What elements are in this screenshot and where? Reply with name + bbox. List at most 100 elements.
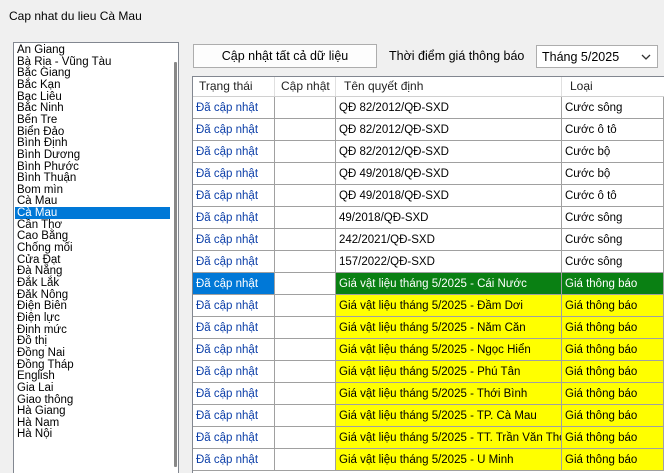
type-cell[interactable]: Giá thông báo xyxy=(562,361,664,383)
update-cell[interactable] xyxy=(275,251,336,273)
type-cell[interactable]: Giá thông báo xyxy=(562,295,664,317)
update-cell[interactable] xyxy=(275,339,336,361)
update-cell[interactable] xyxy=(275,383,336,405)
province-item[interactable]: Hà Giang xyxy=(15,405,170,417)
status-cell[interactable]: Đã cập nhật xyxy=(193,273,275,295)
update-cell[interactable] xyxy=(275,361,336,383)
type-cell[interactable]: Giá thông báo xyxy=(562,405,664,427)
decision-name-cell[interactable]: Giá vật liệu tháng 5/2025 - Đầm Dơi xyxy=(336,295,562,317)
table-row[interactable]: Đã cập nhật Giá vật liệu tháng 5/2025 - P… xyxy=(193,361,664,383)
status-cell[interactable]: Đã cập nhật xyxy=(193,119,275,141)
decision-name-cell[interactable]: 49/2018/QĐ-SXD xyxy=(336,207,562,229)
update-cell[interactable] xyxy=(275,141,336,163)
status-cell[interactable]: Đã cập nhật xyxy=(193,449,275,471)
status-cell[interactable]: Đã cập nhật xyxy=(193,229,275,251)
update-cell[interactable] xyxy=(275,295,336,317)
province-item[interactable]: Bắc Kạn xyxy=(15,79,170,91)
province-item[interactable]: Đắk Lắk xyxy=(15,277,170,289)
table-row[interactable]: Đã cập nhật Giá vật liệu tháng 5/2025 - T… xyxy=(193,427,664,449)
province-item[interactable]: Hà Nội xyxy=(15,428,170,440)
status-cell[interactable]: Đã cập nhật xyxy=(193,405,275,427)
type-cell[interactable]: Cước sông xyxy=(562,251,664,273)
type-cell[interactable]: Giá thông báo xyxy=(562,427,664,449)
province-item[interactable]: Bình Thuận xyxy=(15,172,170,184)
status-cell[interactable]: Đã cập nhật xyxy=(193,163,275,185)
table-row[interactable]: Đã cập nhật Giá vật liệu tháng 5/2025 - N… xyxy=(193,317,664,339)
province-item[interactable]: Bình Phước xyxy=(15,161,170,173)
province-item[interactable]: Điện Biên xyxy=(15,300,170,312)
province-list[interactable]: An Giang Bà Rịa - Vũng Tàu Bắc Giang Bắc Kạ… xyxy=(13,42,179,473)
table-row[interactable]: Đã cập nhật QĐ 82/2012/QĐ-SXD Cước sông xyxy=(193,97,664,119)
province-item[interactable]: Bình Dương xyxy=(15,149,170,161)
status-cell[interactable]: Đã cập nhật xyxy=(193,97,275,119)
decision-name-cell[interactable]: QĐ 49/2018/QĐ-SXD xyxy=(336,185,562,207)
header-update[interactable]: Cập nhật xyxy=(275,77,336,96)
province-item[interactable]: Đăk Nông xyxy=(15,289,170,301)
table-row[interactable]: Đã cập nhật Giá vật liệu tháng 5/2025 - N… xyxy=(193,339,664,361)
update-cell[interactable] xyxy=(275,427,336,449)
status-cell[interactable]: Đã cập nhật xyxy=(193,141,275,163)
table-row[interactable]: Đã cập nhật QĐ 49/2018/QĐ-SXD Cước ô tô xyxy=(193,185,664,207)
province-item[interactable]: Cà Mau xyxy=(15,195,170,207)
type-cell[interactable]: Cước sông xyxy=(562,229,664,251)
month-select[interactable]: Tháng 5/2025 xyxy=(536,45,658,68)
province-item[interactable]: Đà Nẵng xyxy=(15,265,170,277)
update-cell[interactable] xyxy=(275,185,336,207)
type-cell[interactable]: Giá thông báo xyxy=(562,383,664,405)
decision-name-cell[interactable]: 242/2021/QĐ-SXD xyxy=(336,229,562,251)
update-cell[interactable] xyxy=(275,119,336,141)
province-item[interactable]: Cửa Đạt xyxy=(15,254,170,266)
status-cell[interactable]: Đã cập nhật xyxy=(193,427,275,449)
decision-name-cell[interactable]: 157/2022/QĐ-SXD xyxy=(336,251,562,273)
type-cell[interactable]: Giá thông báo xyxy=(562,317,664,339)
table-row[interactable]: Đã cập nhật Giá vật liệu tháng 5/2025 - Đ… xyxy=(193,295,664,317)
province-item[interactable]: Cần Thơ xyxy=(15,219,170,231)
update-cell[interactable] xyxy=(275,163,336,185)
table-row[interactable]: Đã cập nhật QĐ 82/2012/QĐ-SXD Cước ô tô xyxy=(193,119,664,141)
header-status[interactable]: Trạng thái xyxy=(193,77,275,96)
status-cell[interactable]: Đã cập nhật xyxy=(193,207,275,229)
province-item[interactable]: Bắc Ninh xyxy=(15,102,170,114)
decision-name-cell[interactable]: QĐ 82/2012/QĐ-SXD xyxy=(336,97,562,119)
table-row[interactable]: Đã cập nhật QĐ 82/2012/QĐ-SXD Cước bộ xyxy=(193,141,664,163)
update-cell[interactable] xyxy=(275,405,336,427)
type-cell[interactable]: Giá thông báo xyxy=(562,449,664,471)
status-cell[interactable]: Đã cập nhật xyxy=(193,361,275,383)
decision-name-cell[interactable]: Giá vật liệu tháng 5/2025 - Năm Căn xyxy=(336,317,562,339)
province-item[interactable]: Cao Bằng xyxy=(15,230,170,242)
update-cell[interactable] xyxy=(275,207,336,229)
province-item[interactable]: Bến Tre xyxy=(15,114,170,126)
province-item[interactable]: An Giang xyxy=(15,44,170,56)
province-item[interactable]: Định mức xyxy=(15,324,170,336)
type-cell[interactable]: Cước bộ xyxy=(562,163,664,185)
type-cell[interactable]: Cước bộ xyxy=(562,141,664,163)
province-item[interactable]: Bà Rịa - Vũng Tàu xyxy=(15,56,170,68)
table-row[interactable]: Đã cập nhật Giá vật liệu tháng 5/2025 - U… xyxy=(193,449,664,471)
status-cell[interactable]: Đã cập nhật xyxy=(193,251,275,273)
update-all-button[interactable]: Cập nhật tất cả dữ liệu xyxy=(193,44,377,68)
type-cell[interactable]: Cước sông xyxy=(562,97,664,119)
province-item[interactable]: English xyxy=(15,370,170,382)
status-cell[interactable]: Đã cập nhật xyxy=(193,185,275,207)
type-cell[interactable]: Cước ô tô xyxy=(562,119,664,141)
province-item[interactable]: Chống mối xyxy=(15,242,170,254)
decision-name-cell[interactable]: QĐ 49/2018/QĐ-SXD xyxy=(336,163,562,185)
table-row[interactable]: Đã cập nhật QĐ 49/2018/QĐ-SXD Cước bộ xyxy=(193,163,664,185)
status-cell[interactable]: Đã cập nhật xyxy=(193,295,275,317)
decision-name-cell[interactable]: Giá vật liệu tháng 5/2025 - TP. Cà Mau xyxy=(336,405,562,427)
table-row[interactable]: Đã cập nhật 157/2022/QĐ-SXD Cước sông xyxy=(193,251,664,273)
province-item[interactable]: Đồng Tháp xyxy=(15,359,170,371)
decision-name-cell[interactable]: QĐ 82/2012/QĐ-SXD xyxy=(336,141,562,163)
table-row[interactable]: Đã cập nhật Giá vật liệu tháng 5/2025 - C… xyxy=(193,273,664,295)
decision-name-cell[interactable]: Giá vật liệu tháng 5/2025 - TT. Trần Văn… xyxy=(336,427,562,449)
province-item[interactable]: Hà Nam xyxy=(15,417,170,429)
decision-name-cell[interactable]: Giá vật liệu tháng 5/2025 - Cái Nước xyxy=(336,273,562,295)
table-row[interactable]: Đã cập nhật Giá vật liệu tháng 5/2025 - T… xyxy=(193,405,664,427)
province-item[interactable]: Đồng Nai xyxy=(15,347,170,359)
decision-name-cell[interactable]: Giá vật liệu tháng 5/2025 - Ngọc Hiển xyxy=(336,339,562,361)
type-cell[interactable]: Giá thông báo xyxy=(562,273,664,295)
decision-name-cell[interactable]: QĐ 82/2012/QĐ-SXD xyxy=(336,119,562,141)
province-item[interactable]: Bắc Giang xyxy=(15,67,170,79)
province-item[interactable]: Đô thị xyxy=(15,335,170,347)
decision-name-cell[interactable]: Giá vật liệu tháng 5/2025 - Thới Bình xyxy=(336,383,562,405)
